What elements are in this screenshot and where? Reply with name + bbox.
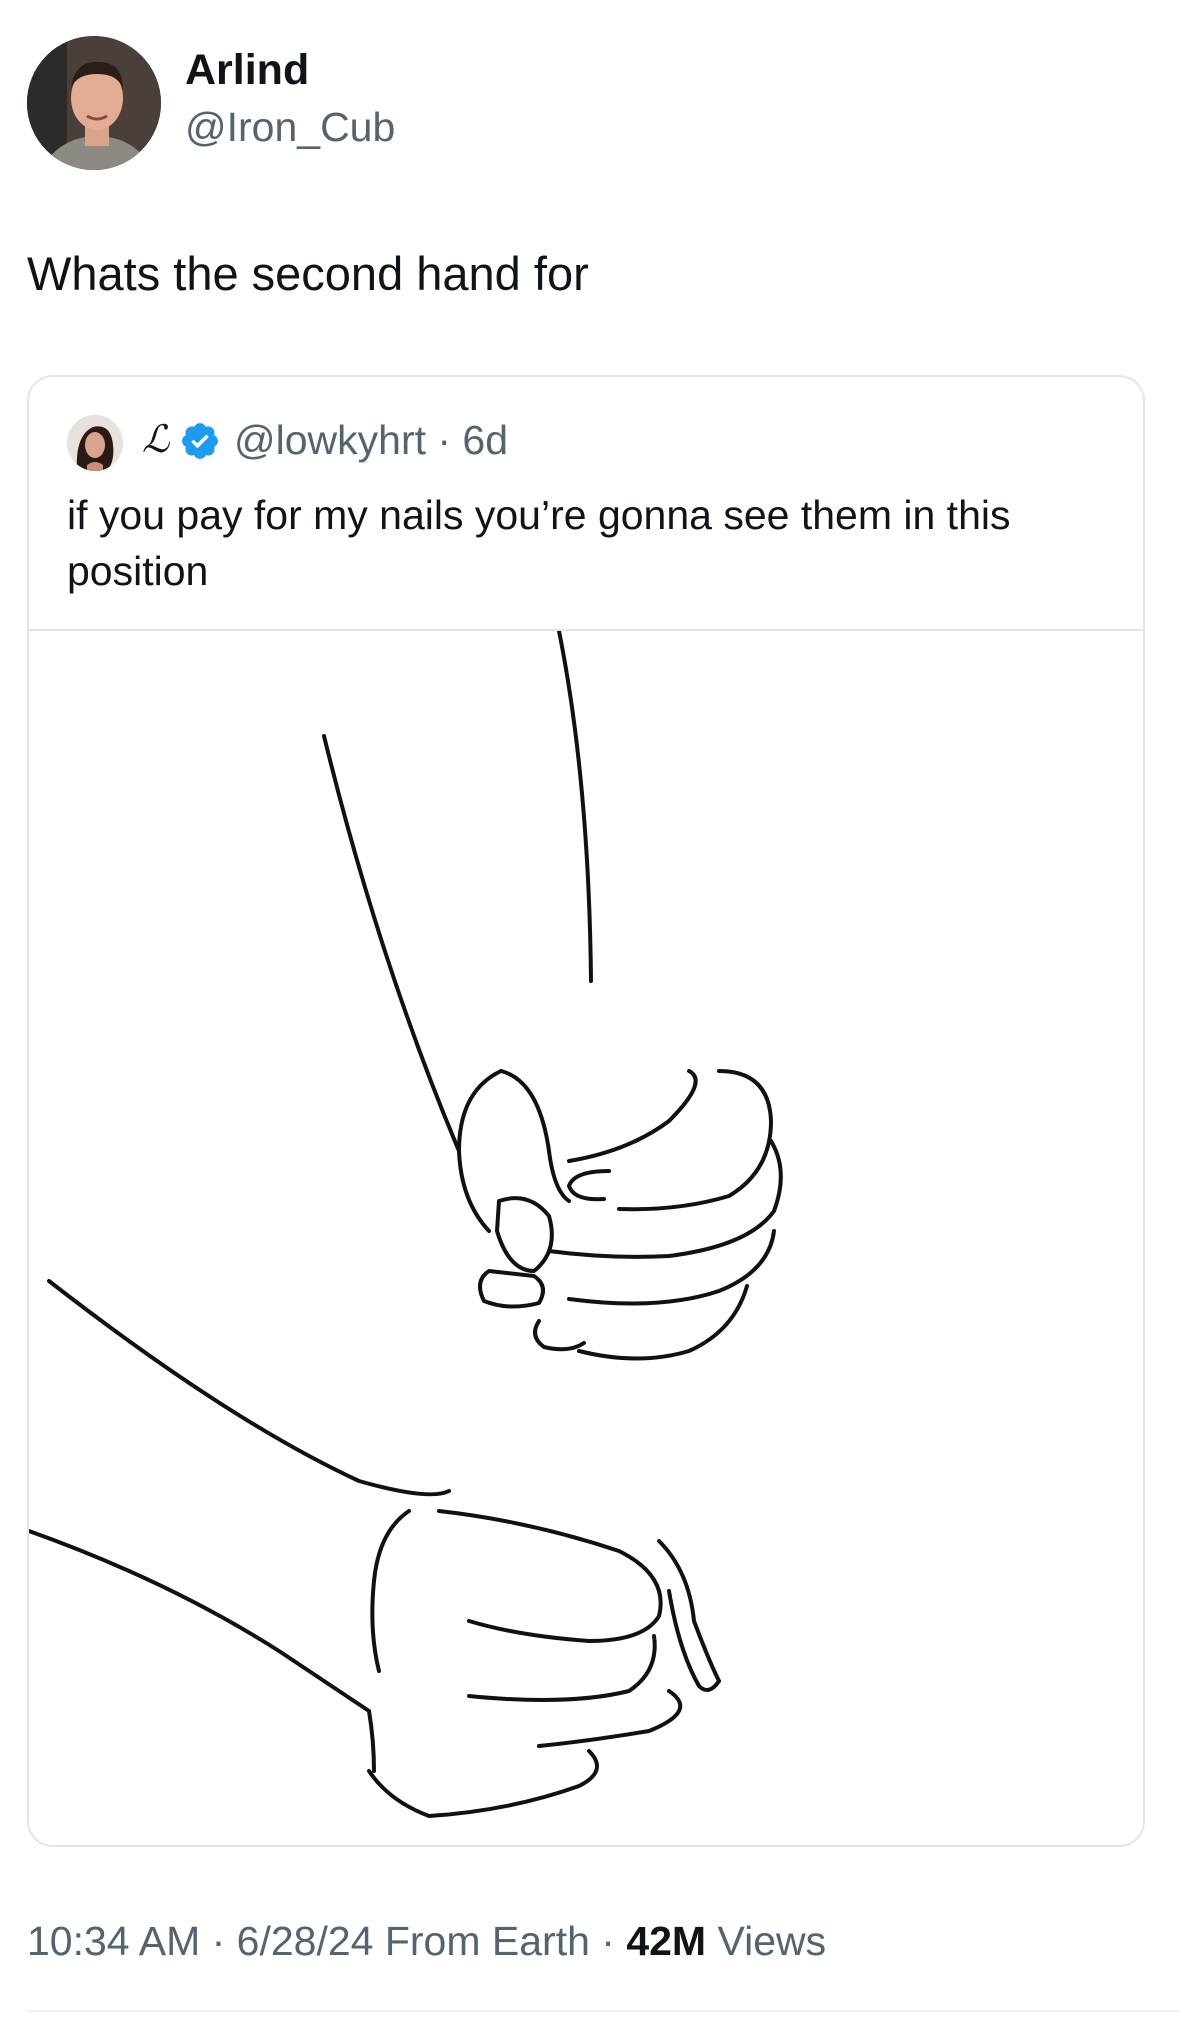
author-avatar[interactable]	[27, 36, 161, 170]
views-label: Views	[706, 1918, 827, 1964]
quoted-tweet-card[interactable]: ℒ @lowkyhrt · 6d if you pay for my nails…	[27, 375, 1145, 1847]
quoted-tweet-image[interactable]	[29, 629, 1143, 1845]
quoted-handle-time[interactable]: @lowkyhrt · 6d	[234, 417, 508, 464]
views-count[interactable]: 42M	[626, 1918, 706, 1964]
quoted-display-name[interactable]: ℒ	[142, 417, 169, 461]
profile-photo-icon	[27, 36, 161, 170]
tweet-meta: 10:34 AM · 6/28/24 From Earth · 42M View…	[27, 1918, 826, 1965]
author-display-name[interactable]: Arlind	[185, 46, 309, 95]
quoted-author-avatar[interactable]	[67, 415, 123, 471]
quoted-profile-photo-icon	[67, 415, 123, 471]
tweet-text: Whats the second hand for	[27, 247, 589, 300]
quoted-tweet-text: if you pay for my nails you’re gonna see…	[67, 492, 1011, 594]
author-handle[interactable]: @Iron_Cub	[185, 104, 395, 151]
tweet-timestamp[interactable]: 10:34 AM · 6/28/24 From Earth ·	[27, 1918, 626, 1964]
hands-line-drawing-icon	[29, 629, 783, 1818]
verified-badge-icon	[182, 423, 218, 459]
divider	[27, 2010, 1179, 2012]
